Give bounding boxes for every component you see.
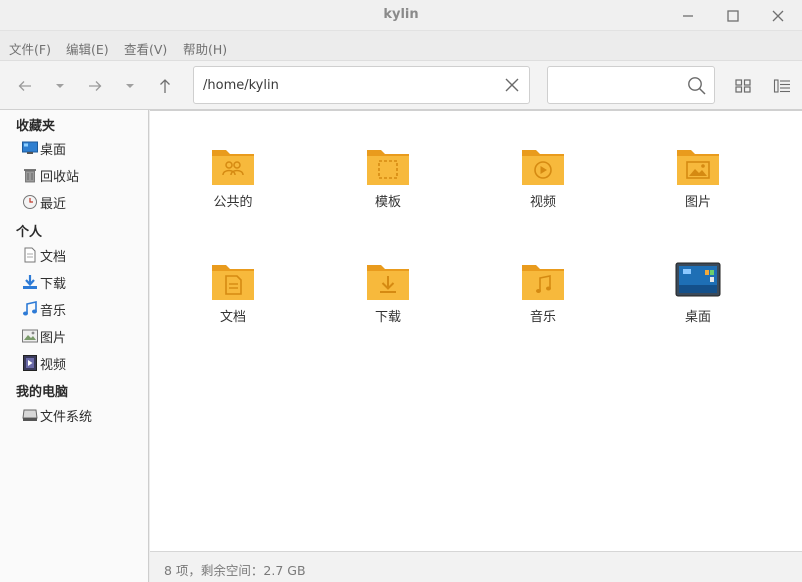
sidebar-item-desktop[interactable]: 桌面 <box>22 138 142 158</box>
music-icon <box>22 301 38 317</box>
sidebar-item-downloads[interactable]: 下载 <box>22 272 142 292</box>
minimize-button[interactable] <box>674 4 702 28</box>
file-item[interactable]: 公共的 <box>183 144 283 234</box>
sidebar-item-recent[interactable]: 最近 <box>22 192 142 212</box>
folder-templates-icon <box>365 144 411 186</box>
file-item-label: 下载 <box>374 310 401 325</box>
sidebar-item-label: 图片 <box>40 330 67 346</box>
picture-icon <box>22 328 38 344</box>
sidebar-heading-computer: 我的电脑 <box>16 385 69 400</box>
file-item[interactable]: 文档 <box>183 259 283 349</box>
file-item-label: 公共的 <box>213 195 253 210</box>
maximize-icon <box>727 10 739 22</box>
sidebar-item-label: 视频 <box>40 357 67 373</box>
folder-videos-icon <box>520 144 566 186</box>
sidebar-heading-personal: 个人 <box>16 225 43 240</box>
up-button[interactable] <box>154 75 176 97</box>
sidebar-item-label: 最近 <box>40 196 67 212</box>
sidebar-item-music[interactable]: 音乐 <box>22 299 142 319</box>
status-text: 8 项，剩余空间：2.7 GB <box>164 563 306 578</box>
sidebar-item-filesystem[interactable]: 文件系统 <box>22 405 142 425</box>
document-icon <box>22 247 38 263</box>
folder-music-icon <box>520 259 566 301</box>
sidebar: 收藏夹 桌面 回收站 最近 个人 文档 下载 音乐 图片 视频 我的电脑 文件系… <box>0 110 149 582</box>
toolbar: /home/kylin <box>0 60 802 110</box>
sidebar-item-trash[interactable]: 回收站 <box>22 165 142 185</box>
file-item[interactable]: 视频 <box>493 144 593 234</box>
forward-history-dropdown[interactable] <box>119 75 141 97</box>
file-item[interactable]: 下载 <box>338 259 438 349</box>
file-item[interactable]: 图片 <box>648 144 748 234</box>
sidebar-heading-favorites: 收藏夹 <box>16 119 56 134</box>
search-icon[interactable] <box>687 76 707 100</box>
file-item[interactable]: 音乐 <box>493 259 593 349</box>
path-bar[interactable]: /home/kylin <box>193 66 530 104</box>
maximize-button[interactable] <box>719 4 747 28</box>
trash-icon <box>22 167 38 183</box>
arrow-left-icon <box>18 81 31 91</box>
file-item[interactable]: 桌面 <box>648 259 748 349</box>
clear-icon <box>505 78 519 92</box>
file-item[interactable]: 模板 <box>338 144 438 234</box>
close-button[interactable] <box>764 4 792 28</box>
sidebar-item-label: 桌面 <box>40 142 67 158</box>
sidebar-item-label: 回收站 <box>40 169 80 185</box>
icon-view-button[interactable] <box>734 77 752 95</box>
arrow-up-icon <box>160 79 170 93</box>
download-icon <box>22 274 38 290</box>
menu-help[interactable]: 帮助(H) <box>183 39 227 58</box>
menu-view[interactable]: 查看(V) <box>124 39 167 58</box>
file-item-label: 模板 <box>374 195 401 210</box>
minimize-icon <box>683 15 693 17</box>
sidebar-item-label: 文档 <box>40 249 67 265</box>
forward-button[interactable] <box>84 75 106 97</box>
arrow-right-icon <box>89 81 102 91</box>
folder-documents-icon <box>210 259 256 301</box>
folder-public-icon <box>210 144 256 186</box>
file-view[interactable]: 公共的 模板 视频 图片 文档 下载 音乐 桌面 <box>150 110 802 551</box>
path-input[interactable]: /home/kylin <box>203 78 279 93</box>
clock-icon <box>22 194 38 210</box>
back-button[interactable] <box>14 75 36 97</box>
list-view-icon <box>773 79 790 93</box>
clear-path-button[interactable] <box>503 76 521 94</box>
folder-pictures-icon <box>675 144 721 186</box>
video-icon <box>22 355 38 371</box>
desktop-icon <box>22 140 38 156</box>
title-bar: kylin <box>0 0 802 31</box>
sidebar-item-pictures[interactable]: 图片 <box>22 326 142 346</box>
file-item-label: 视频 <box>529 195 556 210</box>
menu-edit[interactable]: 编辑(E) <box>66 39 109 58</box>
drive-icon <box>22 407 38 423</box>
sidebar-item-label: 文件系统 <box>40 409 93 425</box>
grid-view-icon <box>735 79 751 93</box>
file-item-label: 音乐 <box>529 310 556 325</box>
search-field[interactable] <box>547 66 715 104</box>
list-view-button[interactable] <box>773 77 791 95</box>
file-item-label: 图片 <box>684 195 711 210</box>
dropdown-icon <box>126 84 134 88</box>
close-icon <box>772 10 784 22</box>
back-history-dropdown[interactable] <box>49 75 71 97</box>
file-item-label: 文档 <box>219 310 246 325</box>
folder-downloads-icon <box>365 259 411 301</box>
sidebar-item-label: 下载 <box>40 276 67 292</box>
sidebar-item-documents[interactable]: 文档 <box>22 245 142 265</box>
sidebar-item-label: 音乐 <box>40 303 67 319</box>
menu-bar: 文件(F) 编辑(E) 查看(V) 帮助(H) <box>0 32 240 60</box>
status-bar: 8 项，剩余空间：2.7 GB <box>150 551 802 582</box>
menu-file[interactable]: 文件(F) <box>9 39 51 58</box>
file-item-label: 桌面 <box>684 310 711 325</box>
dropdown-icon <box>56 84 64 88</box>
folder-desktop-icon <box>675 259 721 301</box>
sidebar-item-videos[interactable]: 视频 <box>22 353 142 373</box>
